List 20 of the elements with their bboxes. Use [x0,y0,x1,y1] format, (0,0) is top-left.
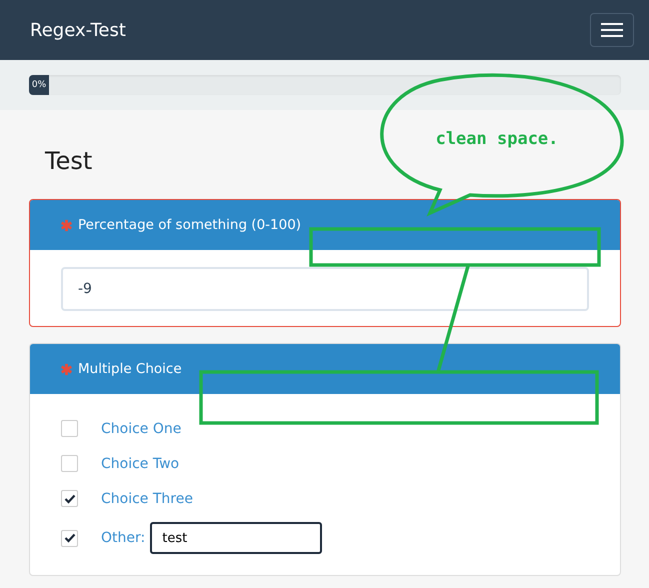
input-field[interactable]: test [150,522,322,554]
progress-label: 0% [32,80,46,90]
checkbox[interactable] [61,420,78,437]
menu-icon [601,22,623,38]
checkbox[interactable] [61,530,78,546]
question-title: Multiple Choice [78,361,182,377]
check-icon [64,533,76,543]
input-field[interactable]: -9 [61,267,589,311]
menu-button[interactable] [590,13,634,47]
question-title: Percentage of something (0-100) [78,217,302,233]
check-icon [64,494,76,504]
page-title: Test [45,147,94,175]
checkbox[interactable] [61,490,78,507]
brand-title[interactable]: Regex-Test [30,20,126,40]
choice-label[interactable]: Choice Three [101,490,193,506]
choice-label[interactable]: Choice One [101,420,182,436]
choice-label[interactable]: Other: [101,530,146,546]
checkbox[interactable] [61,455,78,472]
annotation-text: clean space. [436,129,558,149]
choice-label[interactable]: Choice Two [101,456,180,472]
